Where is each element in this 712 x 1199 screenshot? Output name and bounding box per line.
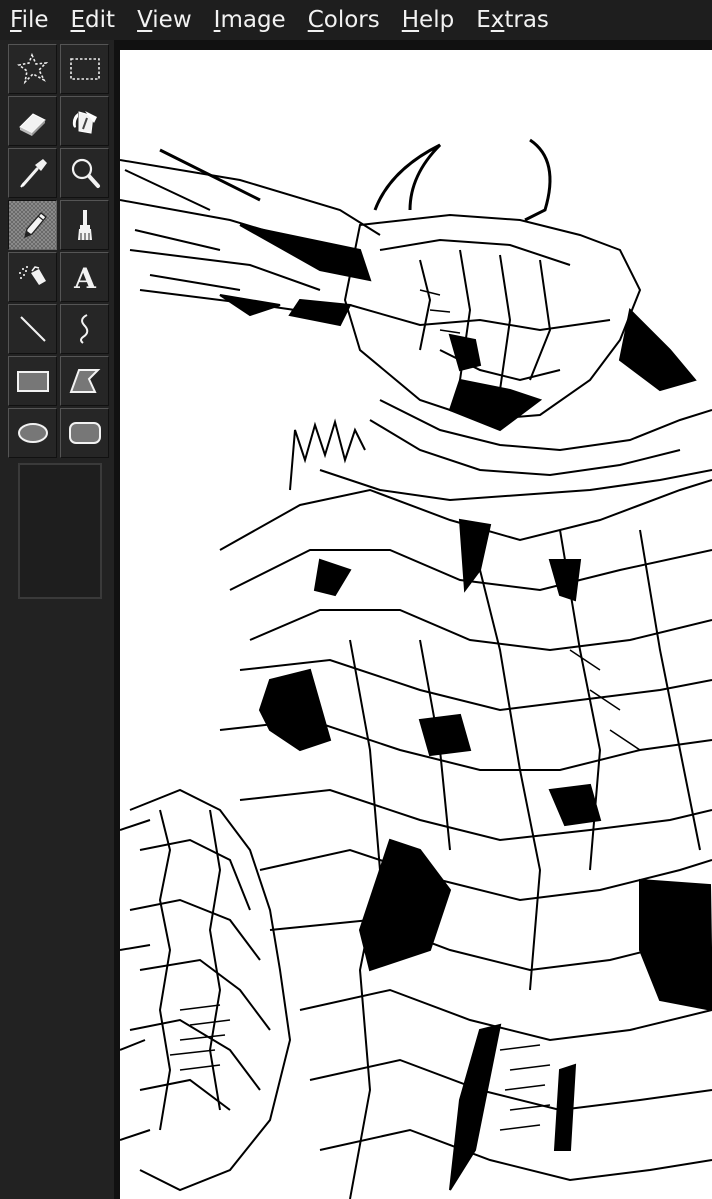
brush-tool[interactable] bbox=[60, 200, 109, 250]
text-tool[interactable]: A bbox=[60, 252, 109, 302]
brush-icon bbox=[77, 210, 92, 240]
line-icon bbox=[19, 316, 46, 342]
text-icon: A bbox=[73, 262, 97, 295]
fill-bucket-icon bbox=[72, 111, 97, 134]
drawing-canvas[interactable] bbox=[120, 50, 712, 1199]
airbrush-icon bbox=[18, 266, 46, 285]
rounded-rectangle-icon bbox=[68, 422, 101, 444]
toolbox: A bbox=[0, 40, 114, 1199]
polygon-tool[interactable] bbox=[60, 356, 109, 406]
pencil-tool[interactable] bbox=[8, 200, 57, 250]
rectangle-tool[interactable] bbox=[8, 356, 57, 406]
magnifier-tool[interactable] bbox=[60, 148, 109, 198]
ellipse-tool[interactable] bbox=[8, 408, 57, 458]
rectangle-icon bbox=[16, 371, 49, 392]
eraser-icon bbox=[18, 113, 46, 136]
curve-tool[interactable] bbox=[60, 304, 109, 354]
rectangle-select-tool[interactable] bbox=[60, 44, 109, 94]
fill-bucket-tool[interactable] bbox=[60, 96, 109, 146]
menu-image[interactable]: Image bbox=[203, 0, 297, 40]
canvas-area bbox=[114, 40, 712, 1199]
tool-options-panel[interactable] bbox=[18, 463, 102, 599]
free-form-select-icon bbox=[16, 52, 48, 85]
pencil-icon bbox=[23, 212, 47, 239]
tool-grid: A bbox=[8, 43, 111, 459]
rectangle-select-icon bbox=[69, 58, 100, 80]
menu-view[interactable]: View bbox=[126, 0, 203, 40]
curve-icon bbox=[79, 314, 88, 344]
magnifier-icon bbox=[71, 158, 100, 188]
line-art-drawing bbox=[120, 138, 712, 1199]
polygon-icon bbox=[69, 369, 100, 393]
airbrush-tool[interactable] bbox=[8, 252, 57, 302]
eraser-tool[interactable] bbox=[8, 96, 57, 146]
color-picker-icon bbox=[19, 159, 47, 188]
paint-app-window: File Edit View Image Colors Help Extras bbox=[0, 0, 712, 1199]
rounded-rectangle-tool[interactable] bbox=[60, 408, 109, 458]
menu-edit[interactable]: Edit bbox=[60, 0, 127, 40]
free-form-select-tool[interactable] bbox=[8, 44, 57, 94]
svg-text:A: A bbox=[73, 262, 97, 295]
menu-help[interactable]: Help bbox=[391, 0, 465, 40]
line-tool[interactable] bbox=[8, 304, 57, 354]
menu-file[interactable]: File bbox=[0, 0, 60, 40]
ellipse-icon bbox=[17, 423, 48, 443]
menu-colors[interactable]: Colors bbox=[297, 0, 391, 40]
menu-extras[interactable]: Extras bbox=[465, 0, 560, 40]
color-picker-tool[interactable] bbox=[8, 148, 57, 198]
menu-bar: File Edit View Image Colors Help Extras bbox=[0, 0, 712, 41]
